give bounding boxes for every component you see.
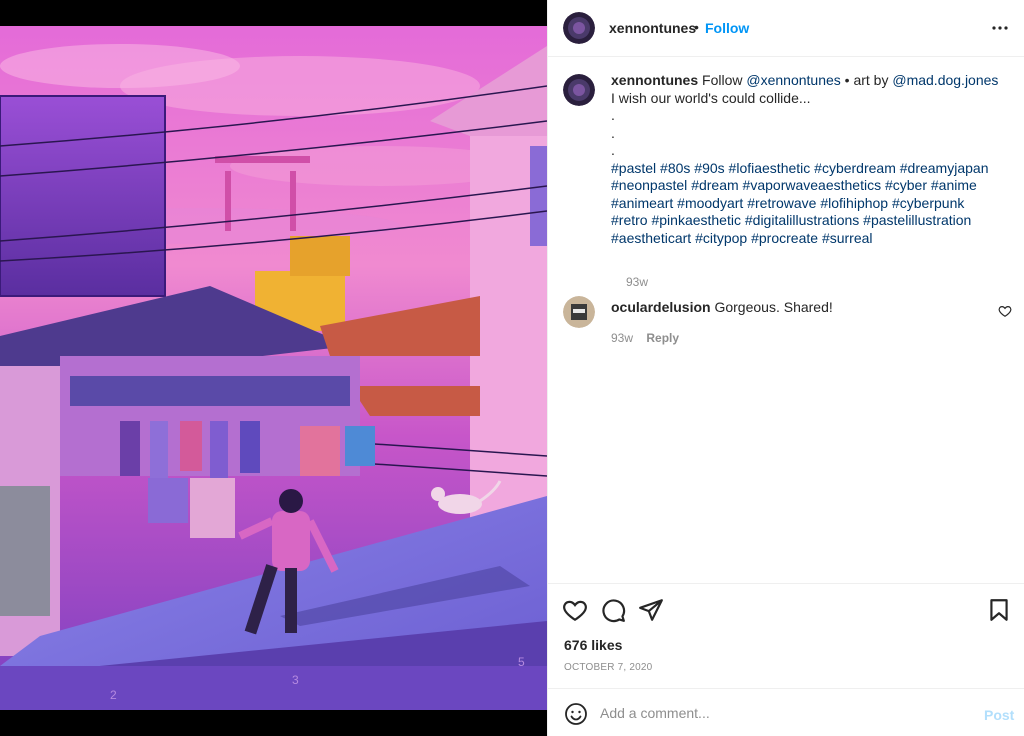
commenter-avatar[interactable] [563,296,595,328]
caption-dot: . [611,107,615,123]
mention-link[interactable]: @mad.dog.jones [892,72,998,88]
hashtag-link[interactable]: #cyberpunk [892,195,964,211]
avatar-image-icon [563,12,595,44]
share-paper-plane-icon[interactable] [638,597,664,623]
comment-meta: 93w Reply [611,331,679,345]
hashtag-link[interactable]: #pastelillustration [863,212,971,228]
post-media-panel: 2 3 5 [0,0,547,736]
hashtag-link[interactable]: #retrowave [747,195,816,211]
comments-section[interactable]: xennontunes Follow @xennontunes • art by… [548,58,1024,583]
svg-text:2: 2 [110,688,117,702]
hashtag-link[interactable]: #anime [931,177,977,193]
hashtag-link[interactable]: #cyber [885,177,927,193]
hashtag-link[interactable]: #citypop [695,230,747,246]
add-comment-bar: Post [548,688,1024,736]
author-avatar[interactable] [563,12,595,44]
hashtag-link[interactable]: #dreamyjapan [900,160,989,176]
hashtag-link[interactable]: #lofihiphop [820,195,888,211]
hashtag-link[interactable]: #surreal [822,230,873,246]
comment-body: oculardelusion Gorgeous. Shared! [611,299,833,315]
caption-timestamp[interactable]: 93w [626,275,648,289]
comment-like-icon[interactable] [998,304,1012,318]
hashtag-list: #pastel #80s #90s #lofiaesthetic #cyberd… [611,160,1001,248]
hashtag-link[interactable]: #procreate [751,230,818,246]
hashtag-link[interactable]: #vaporwaveaesthetics [743,177,882,193]
caption-body: I wish our world's could collide... [611,89,811,106]
hashtag-link[interactable]: #dream [691,177,738,193]
hashtag-link[interactable]: #cyberdream [814,160,896,176]
mention-link[interactable]: @xennontunes [746,72,840,88]
hashtag-link[interactable]: #pinkaesthetic [651,212,741,228]
caption-dot: . [611,124,615,141]
svg-text:3: 3 [292,673,299,687]
caption-pre: Follow [702,72,743,88]
post-comment-button[interactable]: Post [984,707,1014,723]
like-count[interactable]: 676 likes [564,637,622,653]
post-actions: 676 likes OCTOBER 7, 2020 [548,583,1024,687]
hashtag-link[interactable]: #80s [660,160,690,176]
hashtag-link[interactable]: #digitalillustrations [745,212,859,228]
save-bookmark-icon[interactable] [986,597,1012,623]
avatar-image-icon [563,296,595,328]
hashtag-link[interactable]: #animeart [611,195,673,211]
caption-dot: . [611,142,615,158]
hashtag-link[interactable]: #neonpastel [611,177,687,193]
comment-item: oculardelusion Gorgeous. Shared! 93w Rep… [563,296,1013,356]
comment-input[interactable] [600,701,960,725]
header-separator: • [694,19,699,35]
caption-mid: • art by [840,72,893,88]
comment-bubble-icon[interactable] [600,597,626,623]
follow-button[interactable]: Follow [705,20,749,36]
author-username[interactable]: xennontunes [609,20,696,36]
like-heart-icon[interactable] [562,597,588,623]
comment-timestamp[interactable]: 93w [611,331,633,345]
post-header: xennontunes • Follow [548,0,1024,57]
caption-text: xennontunes Follow @xennontunes • art by… [611,72,1001,247]
avatar-image-icon [563,74,595,106]
comment-text: Gorgeous. Shared! [714,299,833,315]
post-image[interactable]: 2 3 5 [0,26,547,710]
svg-text:5: 5 [518,655,525,669]
hashtag-link[interactable]: #retro [611,212,648,228]
hashtag-link[interactable]: #aestheticart [611,230,691,246]
hashtag-link[interactable]: #pastel [611,160,656,176]
post-date[interactable]: OCTOBER 7, 2020 [564,662,652,673]
comment-username[interactable]: oculardelusion [611,299,711,315]
hashtag-link[interactable]: #90s [694,160,724,176]
reply-button[interactable]: Reply [646,331,679,345]
emoji-picker-icon[interactable] [564,702,588,726]
post-side-panel: xennontunes • Follow xennontunes Follow [547,0,1024,736]
illustration-neon-rooftop: 2 3 5 [0,26,547,710]
caption-avatar[interactable] [563,74,595,106]
caption-username[interactable]: xennontunes [611,72,698,88]
hashtag-link[interactable]: #moodyart [677,195,743,211]
more-options-icon[interactable] [988,16,1012,40]
hashtag-link[interactable]: #lofiaesthetic [729,160,811,176]
